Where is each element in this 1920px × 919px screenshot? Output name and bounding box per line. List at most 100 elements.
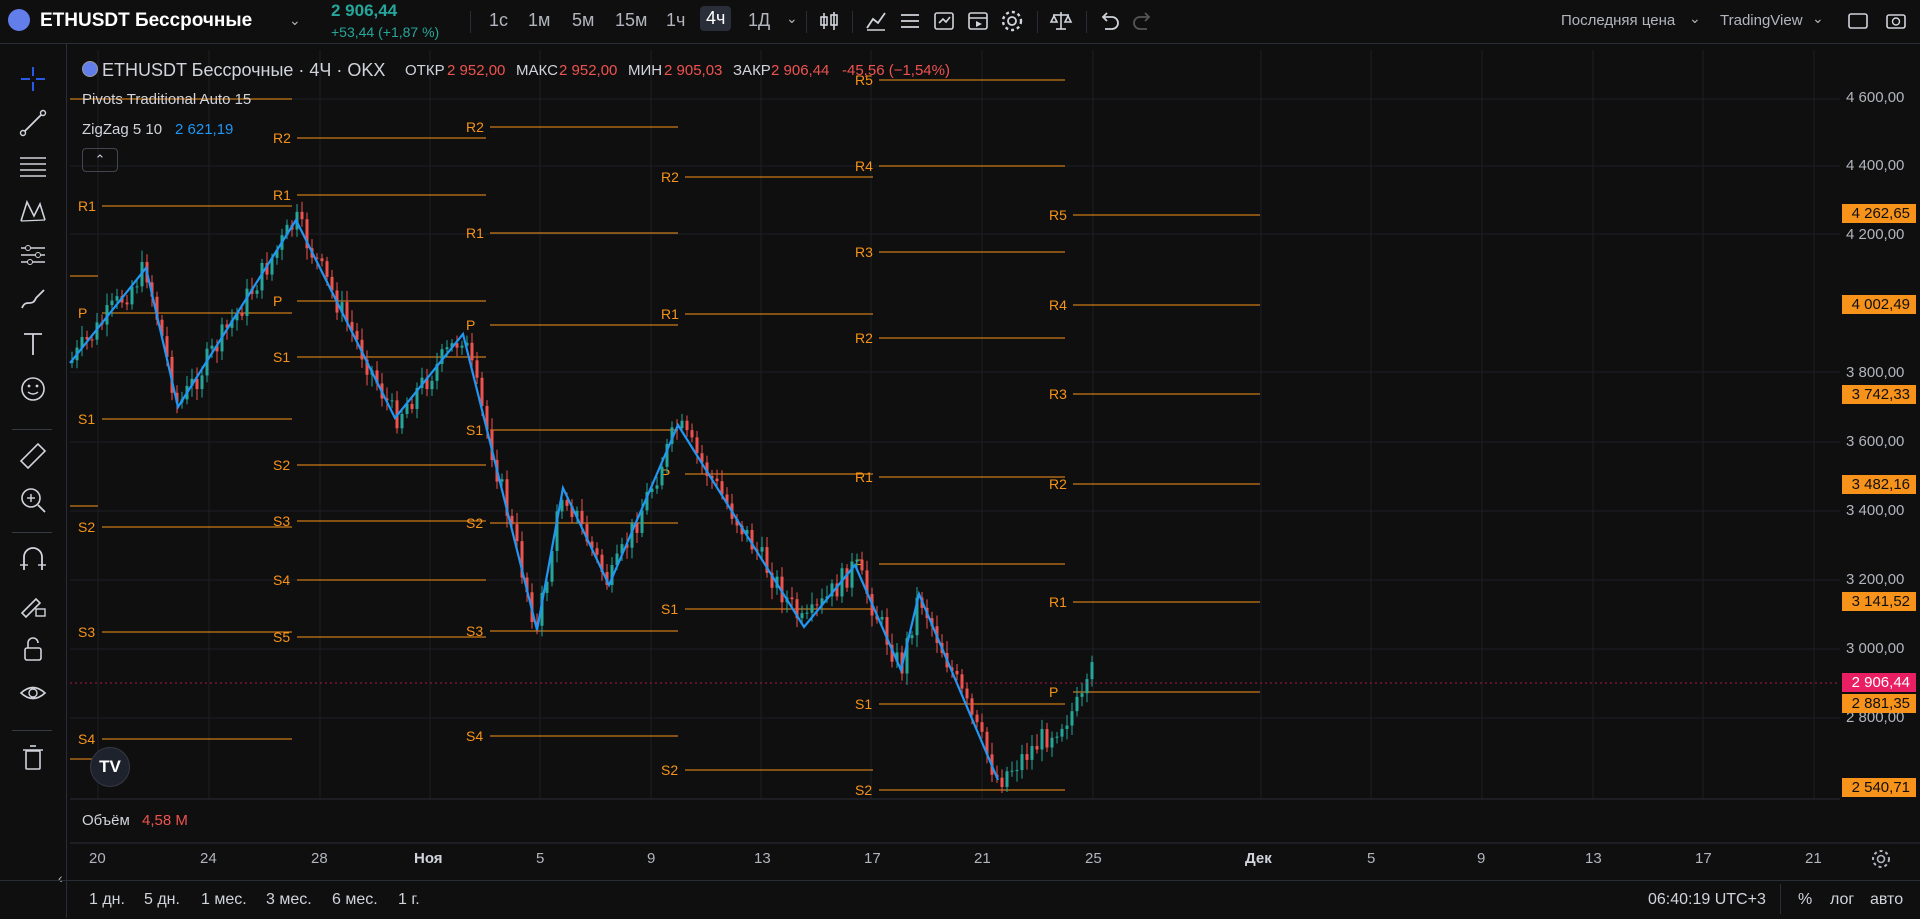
time-tick: 17	[864, 850, 881, 867]
candle-body	[210, 345, 214, 349]
candle-body	[135, 286, 139, 288]
candle-body	[810, 604, 814, 613]
candle-body	[1045, 729, 1049, 748]
candle-body	[125, 302, 129, 305]
pivot-label: S2	[273, 457, 290, 473]
candle-body	[1075, 696, 1079, 712]
candle-body	[430, 380, 434, 390]
candle-body	[255, 290, 259, 294]
candle-body	[655, 485, 659, 489]
pivot-label: R1	[1049, 594, 1067, 610]
pivot-label: S5	[273, 629, 290, 645]
pivot-price-label: 2 881,35	[1842, 694, 1916, 713]
pivot-label: R2	[855, 330, 873, 346]
pivot-label: S2	[78, 519, 95, 535]
axis-settings-icon[interactable]	[1870, 848, 1892, 870]
pivot-price-label: 3 482,16	[1842, 475, 1916, 494]
candle-body	[1050, 737, 1054, 748]
log-toggle[interactable]: лог	[1830, 891, 1854, 909]
symbol-logo-icon	[82, 61, 98, 77]
pivot-label: R2	[466, 119, 484, 135]
candle-body	[475, 360, 479, 378]
range-1y[interactable]: 1 г.	[398, 891, 420, 909]
zigzag-indicator-label[interactable]: ZigZag 5 10	[82, 121, 162, 138]
pivot-price-label: 3 742,33	[1842, 385, 1916, 404]
candle-body	[1010, 770, 1014, 772]
candle-body	[110, 300, 114, 306]
percent-toggle[interactable]: %	[1798, 891, 1812, 909]
legend-change: -45,56 (−1,54%)	[842, 62, 950, 79]
candle-body	[1090, 662, 1094, 680]
candle-body	[980, 722, 984, 732]
legend-low-label: МИН	[628, 62, 663, 79]
candle-body	[470, 342, 474, 361]
chart-grid	[70, 50, 1840, 799]
candle-body	[1070, 711, 1074, 726]
pivot-label: S3	[78, 624, 95, 640]
time-tick: Ноя	[414, 850, 443, 867]
range-3m[interactable]: 3 мес.	[266, 891, 312, 909]
clock[interactable]: 06:40:19 UTC+3	[1648, 891, 1766, 909]
candle-body	[760, 547, 764, 552]
candle-body	[515, 524, 519, 542]
candle-body	[815, 604, 819, 606]
price-tick: 4 600,00	[1846, 89, 1905, 106]
candle-body	[1035, 746, 1039, 750]
candle-body	[1060, 728, 1064, 737]
candle-body	[130, 286, 134, 305]
candle-body	[860, 559, 864, 571]
time-tick: 25	[1085, 850, 1102, 867]
price-chart[interactable]: R1 P S1 S2 S3 S4 R2 R1 P S1 S2 S3 S4 S5 R2 R1 P S1 S2 S3 S4 R…	[0, 0, 1920, 918]
range-1m[interactable]: 1 мес.	[201, 891, 247, 909]
collapse-legend-button[interactable]: ⌃	[82, 148, 118, 172]
candle-body	[685, 420, 689, 431]
pivots-indicator-label[interactable]: Pivots Traditional Auto 15	[82, 91, 251, 108]
candle-body	[695, 437, 699, 454]
divider	[1780, 884, 1781, 914]
auto-toggle[interactable]: авто	[1870, 891, 1903, 909]
pivot-label: S1	[273, 349, 290, 365]
candle-body	[460, 345, 464, 348]
range-6m[interactable]: 6 мес.	[332, 891, 378, 909]
range-1d[interactable]: 1 дн.	[89, 891, 125, 909]
candle-body	[850, 561, 854, 588]
time-tick: 9	[1477, 850, 1486, 867]
price-tick: 3 200,00	[1846, 571, 1905, 588]
candle-body	[975, 714, 979, 723]
pivot-label: R2	[273, 130, 291, 146]
candle-body	[115, 296, 119, 301]
tradingview-logo-icon[interactable]: TV	[90, 747, 130, 787]
candle-body	[1015, 770, 1019, 772]
pivot-label: S1	[466, 422, 483, 438]
zigzag-value: 2 621,19	[175, 121, 234, 138]
candle-body	[595, 548, 599, 555]
pivot-price-label: 2 540,71	[1842, 778, 1916, 797]
time-tick: 21	[974, 850, 991, 867]
pivot-label: S4	[273, 572, 290, 588]
pivot-label: P	[273, 293, 282, 309]
candle-body	[245, 288, 249, 316]
candle-body	[910, 635, 914, 639]
time-tick: 21	[1805, 850, 1822, 867]
candle-body	[1085, 679, 1089, 694]
last-price-label: 2 906,44	[1842, 673, 1916, 692]
pivot-label: R5	[1049, 207, 1067, 223]
time-tick: 13	[754, 850, 771, 867]
candle-body	[1005, 771, 1009, 787]
candle-body	[1030, 746, 1034, 760]
pivot-label: S4	[466, 728, 483, 744]
time-tick: Дек	[1245, 850, 1272, 867]
pivot-label: R1	[466, 225, 484, 241]
time-tick: 28	[311, 850, 328, 867]
pivot-label: R2	[661, 169, 679, 185]
candle-body	[800, 613, 804, 619]
candle-body	[500, 479, 504, 482]
pivot-label: S3	[273, 513, 290, 529]
time-tick: 13	[1585, 850, 1602, 867]
pivot-label: P	[78, 305, 87, 321]
time-tick: 20	[89, 850, 106, 867]
candle-body	[410, 403, 414, 409]
candle-body	[325, 261, 329, 277]
price-tick: 3 600,00	[1846, 433, 1905, 450]
range-5d[interactable]: 5 дн.	[144, 891, 180, 909]
